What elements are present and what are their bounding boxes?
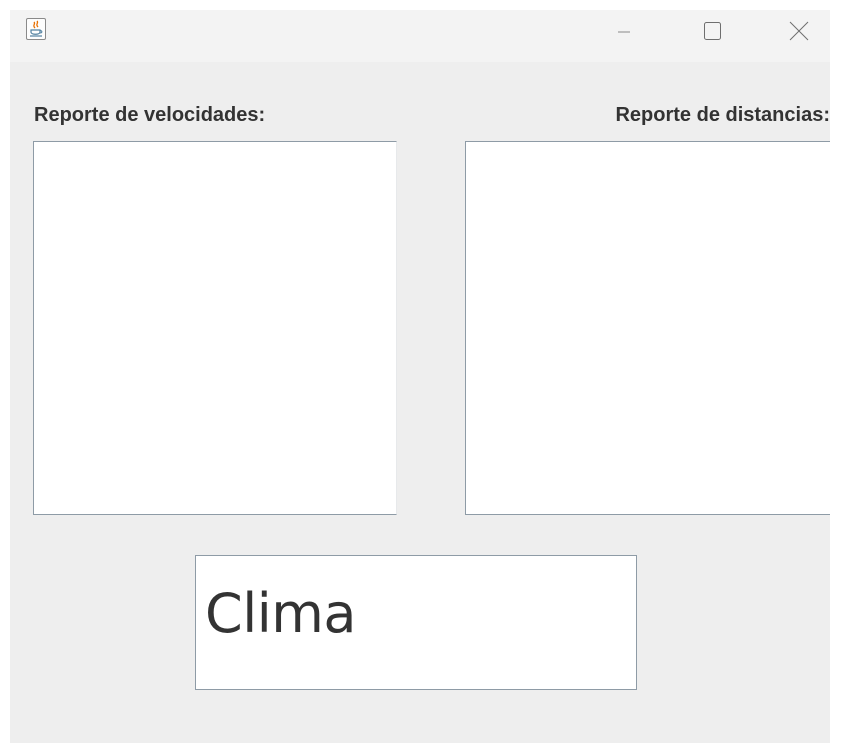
java-icon[interactable]: [26, 18, 46, 40]
speeds-report-label: Reporte de velocidades:: [34, 104, 266, 126]
maximize-button[interactable]: [688, 10, 736, 54]
distances-report-label: Reporte de distancias:: [615, 104, 830, 126]
distances-report-textarea[interactable]: [465, 141, 830, 515]
app-window: Reporte de velocidades: Reporte de dista…: [10, 10, 830, 743]
speeds-report-textarea[interactable]: [33, 141, 397, 515]
weather-field[interactable]: Clima: [195, 555, 637, 690]
minimize-icon: [618, 31, 630, 33]
close-button[interactable]: [774, 10, 822, 54]
close-icon: [789, 21, 809, 41]
minimize-button[interactable]: [600, 10, 648, 54]
title-bar[interactable]: [10, 10, 830, 62]
maximize-icon: [704, 22, 721, 40]
weather-field-text: Clima: [205, 582, 356, 645]
